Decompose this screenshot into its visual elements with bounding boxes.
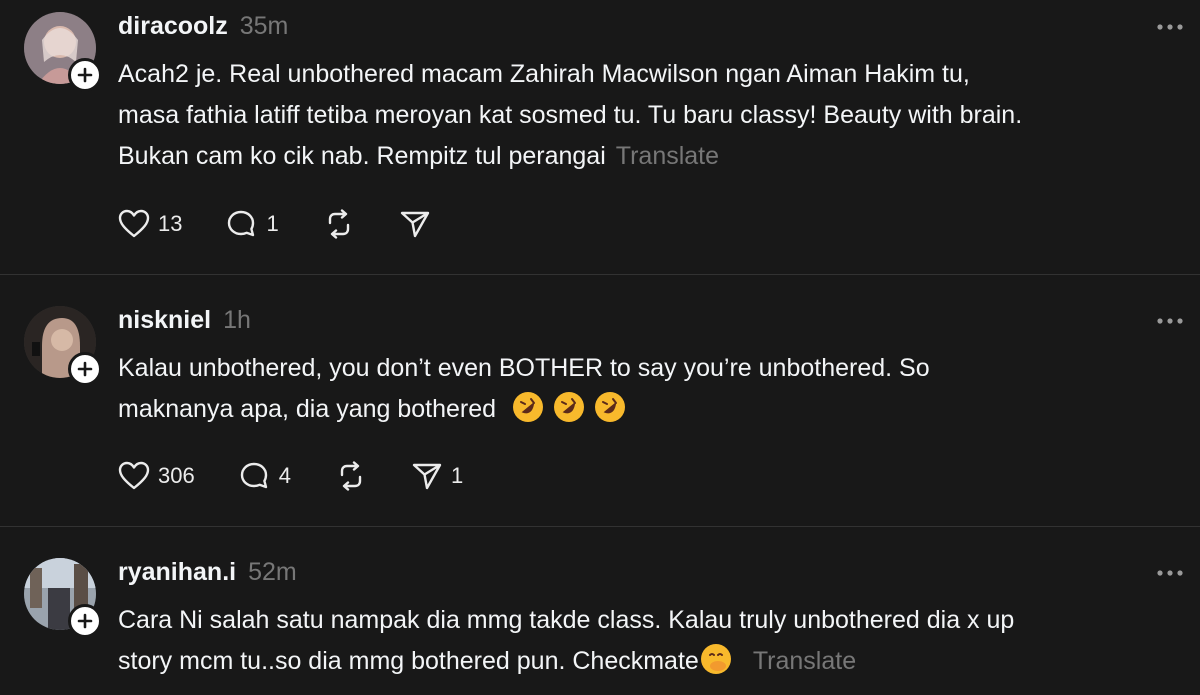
avatar-wrap: [24, 12, 102, 92]
more-options-icon[interactable]: [1156, 316, 1184, 326]
plus-icon: [77, 67, 93, 83]
avatar-wrap: [24, 558, 102, 638]
translate-link[interactable]: Translate: [753, 647, 856, 675]
plus-icon: [77, 613, 93, 629]
timestamp[interactable]: 1h: [223, 306, 251, 335]
post-text-line: story mcm tu..so dia mmg bothered pun. C…: [118, 641, 1178, 682]
reply-button[interactable]: 1: [226, 206, 279, 242]
share-button[interactable]: [399, 206, 431, 242]
repost-button[interactable]: [335, 458, 367, 494]
reply-count: 1: [266, 211, 279, 236]
username[interactable]: ryanihan.i: [118, 558, 236, 587]
post-text-line: masa fathia latiff tetiba meroyan kat so…: [118, 101, 1023, 129]
post-text: Kalau unbothered, you don’t even BOTHER …: [118, 348, 1178, 430]
post-text-line: Cara Ni salah satu nampak dia mmg takde …: [118, 606, 1015, 634]
rolling-on-floor-laughing-emoji: [513, 392, 544, 422]
post-text-line: Kalau unbothered, you don’t even BOTHER …: [118, 354, 930, 382]
post-text: Acah2 je. Real unbothered macam Zahirah …: [118, 54, 1178, 177]
more-options-icon[interactable]: [1156, 568, 1184, 578]
rolling-on-floor-laughing-emoji: [594, 392, 625, 422]
send-icon: [400, 211, 429, 238]
action-bar: 13 1: [118, 206, 475, 242]
share-count: 1: [450, 463, 464, 488]
avatar-wrap: [24, 306, 102, 386]
like-button[interactable]: 306: [118, 458, 195, 494]
post-text-line-content: maknanya apa, dia yang bothered: [118, 395, 497, 423]
reply-button[interactable]: 4: [239, 458, 291, 494]
post-text-line-content: story mcm tu..so dia mmg bothered pun. C…: [118, 647, 699, 675]
repost-icon: [328, 209, 349, 239]
comment-icon: [228, 210, 255, 237]
like-button[interactable]: 13: [118, 206, 182, 242]
like-count: 13: [158, 211, 183, 236]
post-text-line-content: Bukan cam ko cik nab. Rempitz tul perang…: [118, 142, 606, 170]
repost-icon: [340, 461, 362, 491]
divider: [0, 526, 1200, 527]
timestamp[interactable]: 52m: [248, 558, 297, 587]
action-bar: 306 4 1: [118, 458, 507, 494]
post-meta: niskniel 1h: [118, 306, 251, 340]
rolling-on-floor-laughing-emoji: [553, 392, 584, 422]
username[interactable]: niskniel: [118, 306, 211, 335]
more-options-icon[interactable]: [1156, 22, 1184, 32]
divider: [0, 274, 1200, 275]
post-text-line: Acah2 je. Real unbothered macam Zahirah …: [118, 60, 970, 88]
face-with-hand-over-mouth-emoji: [700, 644, 731, 674]
heart-icon: [118, 461, 150, 490]
post-text: Cara Ni salah satu nampak dia mmg takde …: [118, 600, 1178, 682]
share-button[interactable]: 1: [411, 458, 463, 494]
post-text-line: Bukan cam ko cik nab. Rempitz tul perang…: [118, 136, 1178, 177]
translate-link[interactable]: Translate: [616, 142, 719, 170]
follow-button[interactable]: [68, 58, 102, 92]
like-count: 306: [158, 463, 195, 488]
post-meta: diracoolz 35m: [118, 12, 288, 46]
username[interactable]: diracoolz: [118, 12, 228, 41]
plus-icon: [77, 361, 93, 377]
comment-icon: [240, 462, 267, 489]
repost-button[interactable]: [323, 206, 355, 242]
reply-count: 4: [278, 463, 291, 488]
send-icon: [412, 463, 442, 490]
post-meta: ryanihan.i 52m: [118, 558, 297, 592]
heart-icon: [118, 209, 150, 238]
follow-button[interactable]: [68, 352, 102, 386]
follow-button[interactable]: [68, 604, 102, 638]
timestamp[interactable]: 35m: [240, 12, 289, 41]
post-text-line: maknanya apa, dia yang bothered: [118, 389, 1178, 430]
